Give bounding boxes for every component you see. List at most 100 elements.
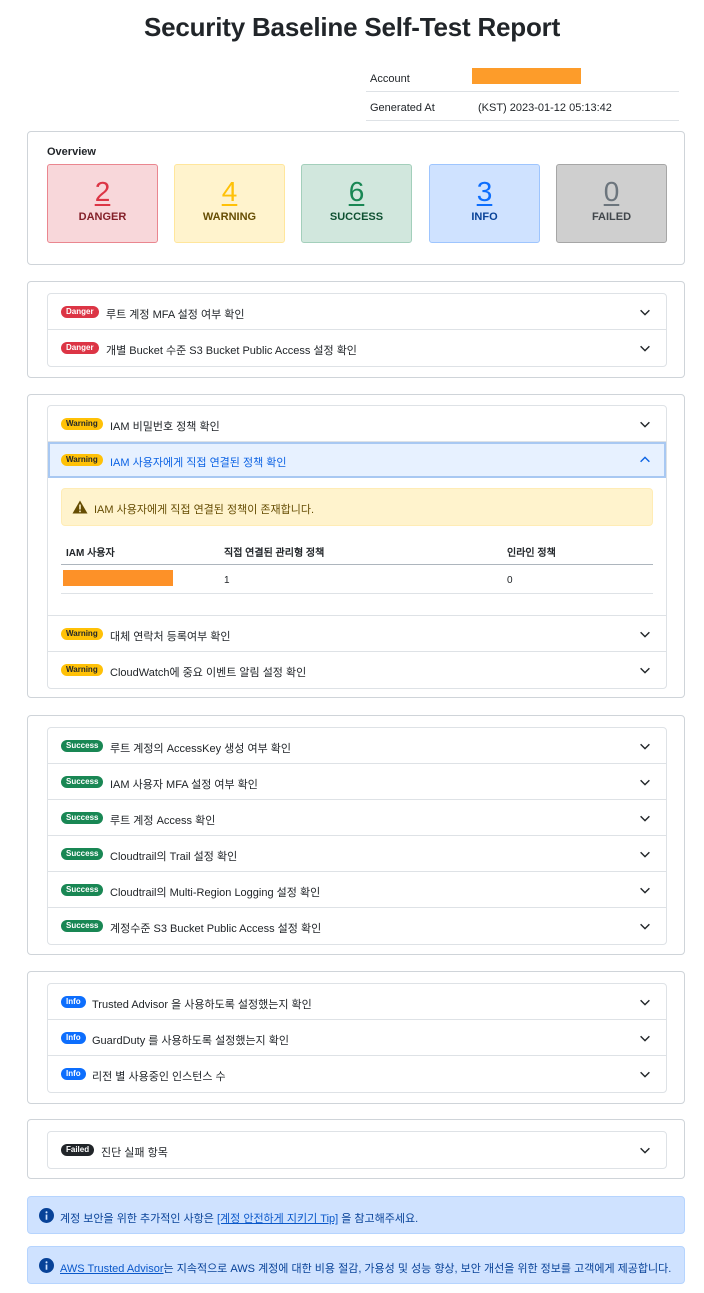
info-card: Info Trusted Advisor 을 사용하도록 설정했는지 확인 In… [27,971,685,1104]
item-title: GuardDuty 를 사용하도록 설정했는지 확인 [92,1035,289,1047]
danger-count[interactable]: 2 [48,177,157,207]
chevron-down-icon[interactable] [638,341,652,355]
warning-badge: Warning [61,628,103,640]
item-title: 루트 계정 MFA 설정 여부 확인 [106,309,245,321]
accordion-item[interactable]: Warning 대체 연락처 등록여부 확인 [48,616,666,652]
info-badge: Info [61,1032,86,1044]
chevron-down-icon[interactable] [638,1031,652,1045]
chevron-down-icon[interactable] [638,919,652,933]
col-header-user: IAM 사용자 [66,548,115,559]
warning-badge: Warning [61,454,103,466]
item-title: 진단 실패 항목 [101,1147,168,1159]
danger-badge: Danger [61,342,99,354]
overview-card: Overview 2 DANGER 4 WARNING 6 SUCCESS 3 … [27,131,685,265]
item-title: IAM 사용자에게 직접 연결된 정책 확인 [110,457,287,469]
warning-badge: Warning [61,418,103,430]
table-header: IAM 사용자 직접 연결된 관리형 정책 인라인 정책 [61,534,653,565]
accordion-item[interactable]: Success Cloudtrail의 Trail 설정 확인 [48,836,666,872]
meta-account-row: Account [366,63,679,92]
chevron-down-icon[interactable] [638,883,652,897]
accordion-item[interactable]: Info GuardDuty 를 사용하도록 설정했는지 확인 [48,1020,666,1056]
chevron-down-icon[interactable] [638,1143,652,1157]
info-accordion: Info Trusted Advisor 을 사용하도록 설정했는지 확인 In… [47,983,667,1093]
overview-danger[interactable]: 2 DANGER [47,164,158,243]
success-count[interactable]: 6 [302,177,411,207]
failed-badge: Failed [61,1144,95,1156]
accordion-item[interactable]: Warning CloudWatch에 중요 이벤트 알림 설정 확인 [48,652,666,688]
item-title: 계정수준 S3 Bucket Public Access 설정 확인 [110,923,322,935]
tip-link[interactable]: [계정 안전하게 지키기 Tip] [217,1213,338,1225]
chevron-up-icon[interactable] [638,453,652,467]
danger-card: Danger 루트 계정 MFA 설정 여부 확인 Danger 개별 Buck… [27,281,685,378]
item-title: 개별 Bucket 수준 S3 Bucket Public Access 설정 … [106,345,357,357]
chevron-down-icon[interactable] [638,305,652,319]
accordion-item[interactable]: Danger 루트 계정 MFA 설정 여부 확인 [48,294,666,330]
accordion-item[interactable]: Danger 개별 Bucket 수준 S3 Bucket Public Acc… [48,330,666,366]
item-title: Trusted Advisor 을 사용하도록 설정했는지 확인 [92,999,312,1011]
item-title: 루트 계정의 AccessKey 생성 여부 확인 [110,743,292,755]
accordion-item[interactable]: Success 계정수준 S3 Bucket Public Access 설정 … [48,908,666,944]
success-badge: Success [61,920,104,932]
trusted-advisor-note: AWS Trusted Advisor는 지속적으로 AWS 계정에 대한 비용… [27,1246,685,1284]
info-badge: Info [61,1068,86,1080]
accordion-item[interactable]: Success 루트 계정의 AccessKey 생성 여부 확인 [48,728,666,764]
warning-triangle-icon [72,500,88,514]
success-badge: Success [61,776,104,788]
chevron-down-icon[interactable] [638,663,652,677]
success-accordion: Success 루트 계정의 AccessKey 생성 여부 확인 Succes… [47,727,667,945]
overview-warning[interactable]: 4 WARNING [174,164,285,243]
accordion-item[interactable]: Success Cloudtrail의 Multi-Region Logging… [48,872,666,908]
item-title: IAM 비밀번호 정책 확인 [110,421,220,433]
success-card: Success 루트 계정의 AccessKey 생성 여부 확인 Succes… [27,715,685,955]
managed-count: 1 [224,575,230,586]
failed-card: Failed 진단 실패 항목 [27,1119,685,1179]
success-badge: Success [61,884,104,896]
success-badge: Success [61,740,104,752]
tip-text: 계정 보안을 위한 추가적인 사항은 [계정 안전하게 지키기 Tip] 을 참… [60,1210,418,1226]
meta-generated-row: Generated At (KST) 2023-01-12 05:13:42 [366,92,679,121]
generated-label: Generated At [370,102,435,114]
info-count[interactable]: 3 [430,177,539,207]
accordion-item[interactable]: Info Trusted Advisor 을 사용하도록 설정했는지 확인 [48,984,666,1020]
overview-heading: Overview [47,146,96,158]
accordion-item[interactable]: Warning IAM 비밀번호 정책 확인 [48,406,666,442]
item-title: 대체 연락처 등록여부 확인 [110,631,231,643]
chevron-down-icon[interactable] [638,775,652,789]
report-meta: Account Generated At (KST) 2023-01-12 05… [366,63,679,121]
info-circle-icon [39,1208,54,1223]
trusted-advisor-link[interactable]: AWS Trusted Advisor [60,1263,164,1275]
account-redaction [472,68,581,84]
chevron-down-icon[interactable] [638,417,652,431]
chevron-down-icon[interactable] [638,1067,652,1081]
accordion-item[interactable]: Success IAM 사용자 MFA 설정 여부 확인 [48,764,666,800]
tip-before: 계정 보안을 위한 추가적인 사항은 [60,1213,217,1225]
accordion-item[interactable]: Success 루트 계정 Access 확인 [48,800,666,836]
info-circle-icon [39,1258,54,1273]
failed-count[interactable]: 0 [557,177,666,207]
overview-info[interactable]: 3 INFO [429,164,540,243]
user-redaction [63,570,173,586]
account-label: Account [370,73,410,85]
success-label: SUCCESS [329,211,384,223]
failed-accordion: Failed 진단 실패 항목 [47,1131,667,1169]
chevron-down-icon[interactable] [638,847,652,861]
ta-text: AWS Trusted Advisor는 지속적으로 AWS 계정에 대한 비용… [60,1260,671,1276]
danger-badge: Danger [61,306,99,318]
overview-success[interactable]: 6 SUCCESS [301,164,412,243]
failed-label: FAILED [591,211,632,223]
accordion-item[interactable]: Failed 진단 실패 항목 [48,1132,666,1168]
overview-failed[interactable]: 0 FAILED [556,164,667,243]
accordion-item[interactable]: Info 리전 별 사용중인 인스턴스 수 [48,1056,666,1092]
warning-accordion: Warning IAM 비밀번호 정책 확인 Warning IAM 사용자에게… [47,405,667,689]
warning-count[interactable]: 4 [175,177,284,207]
success-badge: Success [61,812,104,824]
inline-count: 0 [507,575,513,586]
chevron-down-icon[interactable] [638,995,652,1009]
col-header-managed: 직접 연결된 관리형 정책 [224,548,325,559]
chevron-down-icon[interactable] [638,739,652,753]
chevron-down-icon[interactable] [638,811,652,825]
alert-text: IAM 사용자에게 직접 연결된 정책이 존재합니다. [94,504,315,516]
chevron-down-icon[interactable] [638,627,652,641]
warning-card: Warning IAM 비밀번호 정책 확인 Warning IAM 사용자에게… [27,394,685,698]
accordion-item-expanded[interactable]: Warning IAM 사용자에게 직접 연결된 정책 확인 [48,442,666,478]
